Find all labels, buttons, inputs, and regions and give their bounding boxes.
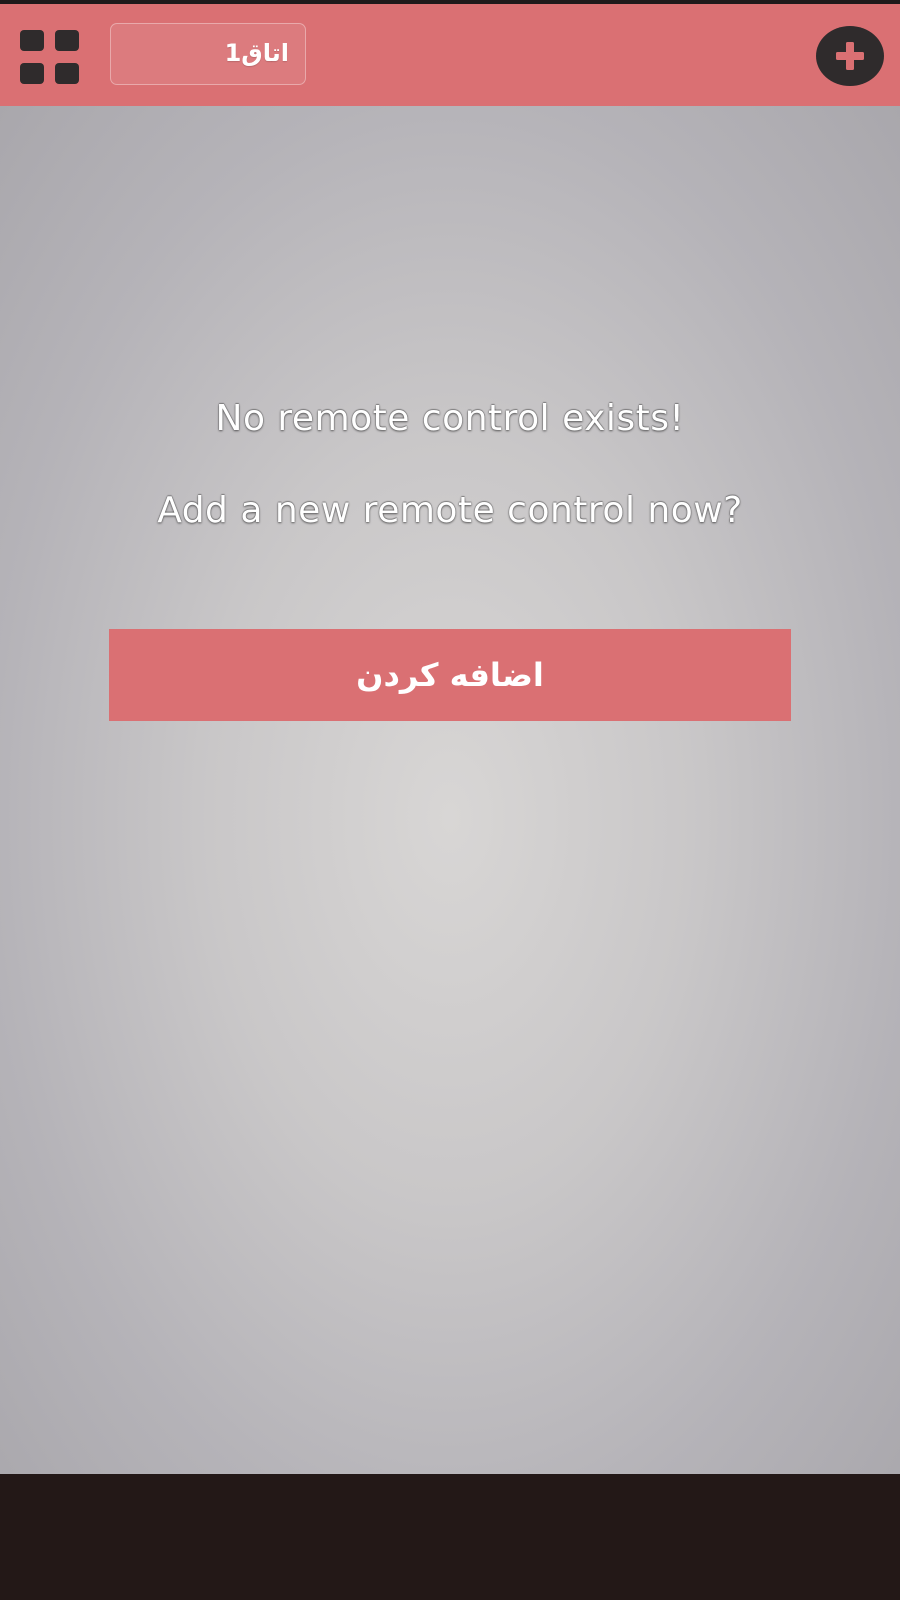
grid-cell <box>20 63 44 84</box>
grid-cell <box>55 63 79 84</box>
room-selector[interactable]: اتاق1 <box>110 23 306 85</box>
grid-menu-icon[interactable] <box>20 30 80 84</box>
empty-state-prompt: Add a new remote control now? <box>157 490 743 531</box>
app-header: اتاق1 <box>0 4 900 106</box>
plus-icon <box>836 42 864 70</box>
add-remote-button[interactable] <box>816 26 884 86</box>
navigation-bar <box>0 1474 900 1600</box>
add-button-label: اضافه کردن <box>356 656 544 694</box>
main-content: No remote control exists! Add a new remo… <box>0 106 900 1474</box>
add-remote-control-button[interactable]: اضافه کردن <box>109 629 791 721</box>
grid-cell <box>55 30 79 51</box>
room-name: اتاق1 <box>224 39 289 67</box>
grid-cell <box>20 30 44 51</box>
empty-state-message: No remote control exists! <box>215 398 685 439</box>
